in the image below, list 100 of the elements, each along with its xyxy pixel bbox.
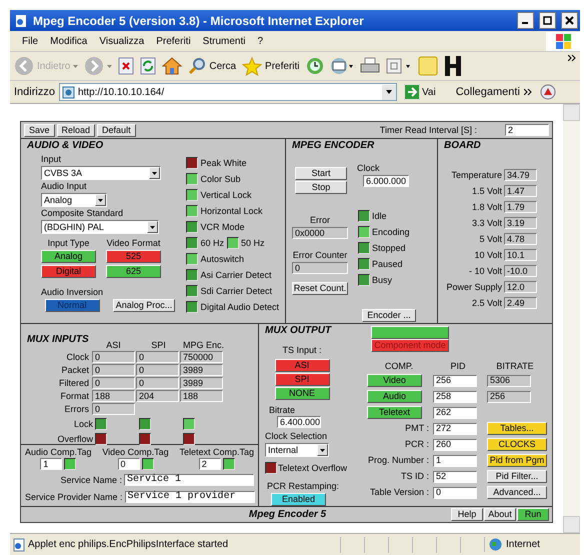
label: Filtered [58,378,89,388]
button[interactable]: Enabled [271,493,326,506]
button[interactable]: SPI [274,373,330,386]
input-field[interactable]: 0 [433,486,477,498]
stop-icon[interactable] [118,57,134,75]
toolbar-label[interactable]: Preferiti [265,58,300,74]
button[interactable]: Encoder ... [362,309,416,322]
input-field[interactable]: 262 [433,406,477,418]
button[interactable]: Default [97,124,136,136]
search-icon[interactable] [188,57,206,75]
menu-item[interactable]: File [16,34,44,48]
input-field[interactable]: 1 [40,458,62,470]
button[interactable]: ASI [274,359,330,372]
globe-icon [489,538,502,551]
menu-item[interactable]: ? [251,34,270,48]
minimize-button[interactable] [517,12,534,29]
label: Paused [372,260,403,268]
address-field[interactable]: http://10.10.10.164/ [58,83,397,101]
label: Service Name : [60,476,122,484]
links-label[interactable]: Collegamenti [440,84,520,100]
button[interactable]: Pid from Pgm [487,454,547,467]
readout: 10.1 [504,249,537,261]
dropdown[interactable]: Analog [41,193,107,207]
label: 60 Hz [200,238,224,248]
button[interactable]: Teletext [367,406,422,419]
dropdown[interactable]: CVBS 3A [41,166,161,180]
readout: 3989 [180,377,223,389]
label: 3.3 Volt [472,218,502,228]
dropdown[interactable]: (BDGHIN) PAL [41,220,159,234]
column-header: COMP. [384,362,414,371]
button[interactable] [371,326,449,339]
readout: 12.0 [504,281,537,293]
button[interactable]: CLOCKS [487,438,547,451]
page-icon [12,538,26,552]
label: TS Input : [282,346,322,355]
input-field[interactable]: 272 [433,422,477,434]
button[interactable]: 625 [106,265,161,278]
button[interactable]: Video [367,374,422,387]
zone-label: Internet [506,538,540,552]
menu-item[interactable]: Preferiti [150,34,197,48]
input-field[interactable]: 6.000.000 [363,175,409,187]
button[interactable]: Help [451,508,483,521]
label: Errors [64,404,89,414]
label: Audio Inversion [41,288,104,297]
mail-icon[interactable] [330,57,354,75]
go-button[interactable]: Vai [400,84,436,100]
page-icon [62,86,75,98]
label: Autoswitch [200,254,244,264]
button[interactable]: Analog Proc... [113,299,176,312]
button[interactable]: Save [24,124,55,136]
button[interactable]: Reload [56,124,96,136]
input-field[interactable]: 0 [118,458,140,470]
input-field[interactable]: 260 [433,438,477,450]
readout: 1.79 [504,201,537,213]
close-button[interactable] [561,12,578,29]
h-logo-icon[interactable] [444,55,462,77]
button[interactable]: Advanced... [487,486,547,499]
menu-item[interactable]: Visualizza [93,34,150,48]
button[interactable]: Analog [41,250,96,263]
button[interactable]: Reset Count. [292,282,348,295]
input-field[interactable]: 52 [433,470,477,482]
menu-item[interactable]: Strumenti [196,34,252,48]
refresh-icon[interactable] [140,57,156,75]
input-field[interactable]: 258 [433,390,477,402]
label: Timer Read Interval [S] : [380,126,477,134]
label: Clock Selection [265,432,328,441]
readout: 0 [136,377,179,389]
button[interactable]: Start [295,167,347,180]
button[interactable]: 525 [106,250,161,263]
history-icon[interactable] [306,57,324,75]
button[interactable]: Tables... [487,422,547,435]
menu-item[interactable]: Modifica [44,34,94,48]
label: Audio Input [41,182,88,191]
dropdown-icon[interactable] [382,84,396,100]
input-field[interactable]: Service 1 [124,474,254,486]
maximize-button[interactable] [539,12,556,29]
home-icon[interactable] [162,57,182,75]
input-field[interactable]: 1 [433,454,477,466]
input-field[interactable]: 256 [433,374,477,386]
dropdown[interactable]: Internal [265,443,329,457]
input-field[interactable]: Service 1 provider [124,491,255,503]
button[interactable]: Digital [41,265,96,278]
star-icon[interactable] [242,56,262,76]
input-field[interactable]: 2 [505,124,549,136]
input-field[interactable]: 2 [198,458,221,470]
footer-title: Mpeg Encoder 5 [248,508,326,522]
button[interactable]: Audio [367,390,422,403]
more-icon[interactable] [524,89,532,95]
button[interactable]: Run [517,508,549,521]
pdf-icon[interactable] [540,84,556,100]
label: PCR : [404,440,429,449]
input-field[interactable]: 6.400.000 [277,416,321,428]
toolbar-label[interactable]: Cerca [209,58,236,74]
button[interactable]: NONE [274,387,330,400]
label: PMT : [405,424,429,433]
page-icon[interactable] [386,57,412,75]
button[interactable]: Stop [295,181,347,194]
button[interactable]: About [484,508,516,521]
button[interactable]: Pid Filter... [487,470,547,483]
printer-icon[interactable] [360,57,380,75]
